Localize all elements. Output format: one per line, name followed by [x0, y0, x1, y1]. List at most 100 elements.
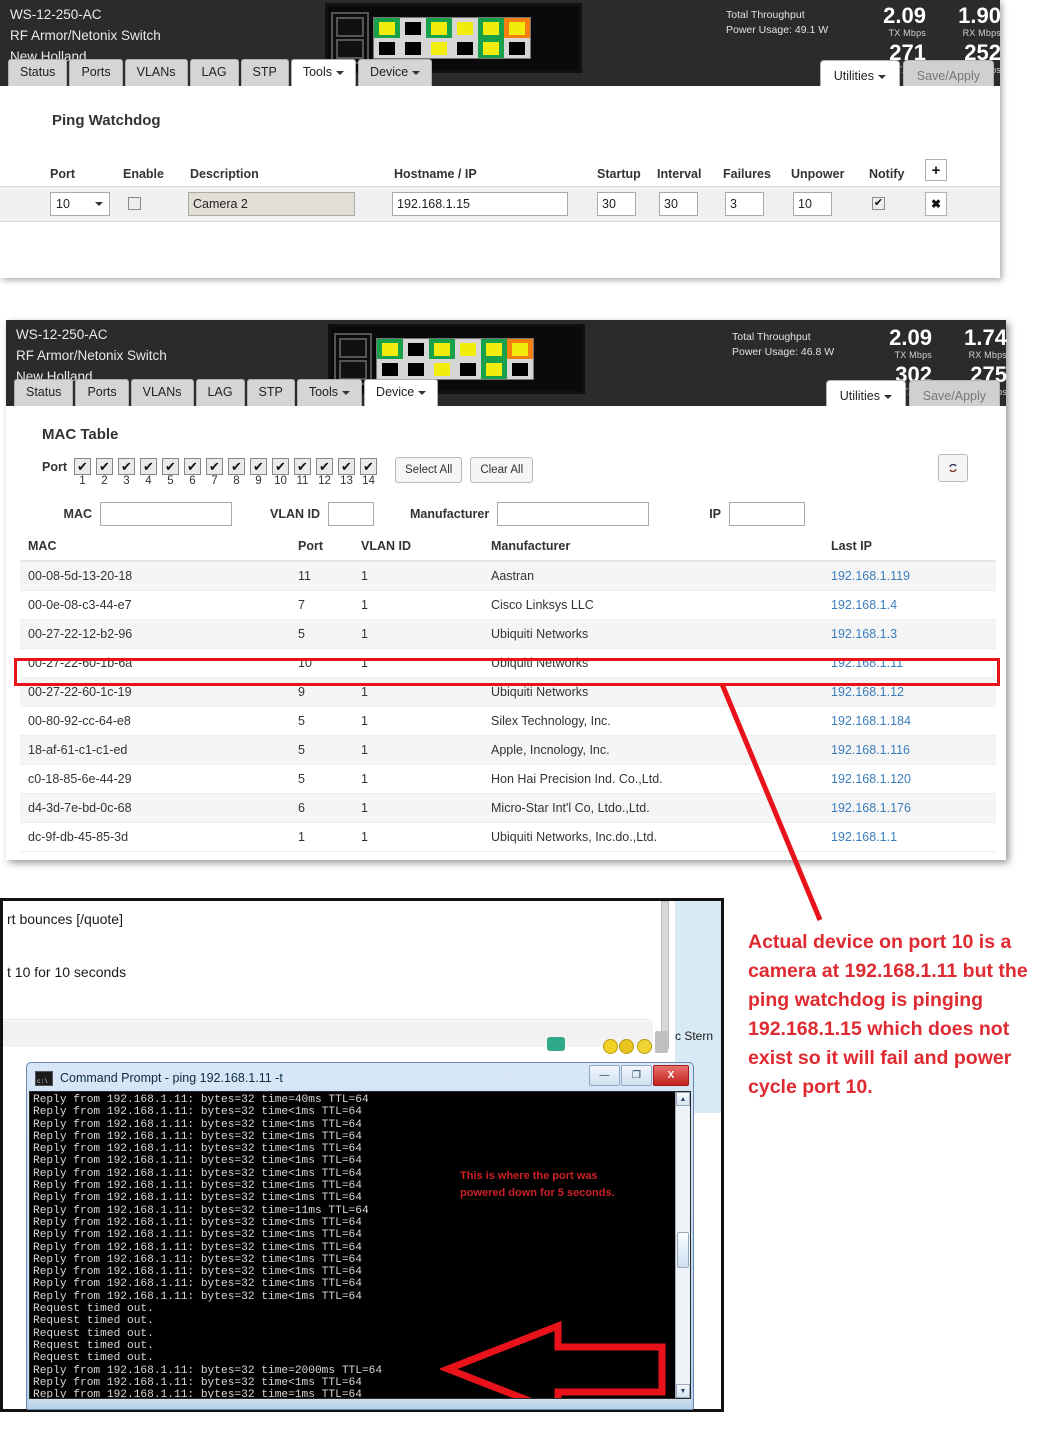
port-column[interactable] — [481, 339, 507, 379]
port-checkbox-14[interactable]: ✔14 — [360, 458, 377, 487]
cell-last-ip[interactable]: 192.168.1.4 — [831, 591, 996, 620]
tab-vlans[interactable]: VLANs — [125, 59, 188, 86]
cell-last-ip[interactable]: 192.168.1.1 — [831, 823, 996, 852]
tab-device[interactable]: Device — [364, 379, 438, 406]
port-4-icon[interactable] — [400, 38, 426, 58]
tab-status[interactable]: Status — [14, 379, 73, 406]
tab-tools[interactable]: Tools — [291, 59, 356, 86]
scroll-up-button[interactable]: ▲ — [676, 1092, 690, 1106]
port-column[interactable] — [478, 18, 504, 58]
smiley-icon[interactable] — [637, 1039, 652, 1054]
tab-device[interactable]: Device — [358, 59, 432, 86]
main-tabbar-2[interactable]: Status Ports VLANs LAG STP Tools Device — [6, 376, 1006, 406]
port-5-icon[interactable] — [426, 18, 452, 38]
checkbox-icon[interactable]: ✔ — [316, 458, 333, 475]
checkbox-icon[interactable]: ✔ — [184, 458, 201, 475]
port-column[interactable] — [507, 339, 533, 379]
cmd-console-body[interactable]: Reply from 192.168.1.11: bytes=32 time=4… — [29, 1091, 691, 1399]
port-5-icon[interactable] — [429, 339, 455, 359]
checkbox-icon[interactable]: ✔ — [272, 458, 289, 475]
table-row[interactable]: dc-9f-db-45-85-3d11Ubiquiti Networks, In… — [20, 823, 996, 852]
minimize-button[interactable]: — — [589, 1065, 620, 1086]
port-checkbox-5[interactable]: ✔5 — [162, 458, 179, 487]
tab-ports[interactable]: Ports — [69, 59, 122, 86]
cell-last-ip[interactable]: 192.168.1.176 — [831, 794, 996, 823]
checkbox-icon[interactable]: ✔ — [140, 458, 157, 475]
port-checkbox-10[interactable]: ✔10 — [272, 458, 289, 487]
hostname-ip-input[interactable]: 192.168.1.15 — [392, 192, 568, 216]
cmd-titlebar[interactable]: c:\ Command Prompt - ping 192.168.1.11 -… — [29, 1065, 691, 1091]
port-10-icon[interactable] — [478, 38, 504, 58]
table-row[interactable]: 00-27-22-12-b2-9651Ubiquiti Networks192.… — [20, 620, 996, 649]
failures-input[interactable]: 3 — [725, 192, 764, 216]
checkbox-icon[interactable]: ✔ — [162, 458, 179, 475]
tab-status[interactable]: Status — [8, 59, 67, 86]
checkbox-icon[interactable]: ✔ — [118, 458, 135, 475]
cell-last-ip[interactable]: 192.168.1.184 — [831, 707, 996, 736]
startup-input[interactable]: 30 — [597, 192, 636, 216]
cell-last-ip[interactable]: 192.168.1.120 — [831, 765, 996, 794]
checkbox-icon[interactable]: ✔ — [74, 458, 91, 475]
port-checkbox-6[interactable]: ✔6 — [184, 458, 201, 487]
port-checkbox-9[interactable]: ✔9 — [250, 458, 267, 487]
cmd-scrollbar[interactable]: ▲ ▼ — [675, 1092, 690, 1398]
table-row[interactable]: 00-27-22-60-1c-1991Ubiquiti Networks192.… — [20, 678, 996, 707]
port-9-icon[interactable] — [481, 339, 507, 359]
close-button[interactable]: X — [653, 1065, 689, 1086]
sfp-port-a-icon[interactable] — [336, 17, 364, 37]
port-checkbox-4[interactable]: ✔4 — [140, 458, 157, 487]
mac-filter-input[interactable] — [100, 502, 232, 526]
scroll-down-button[interactable]: ▼ — [676, 1384, 690, 1398]
tab-stp[interactable]: STP — [241, 59, 289, 86]
clear-all-button[interactable]: Clear All — [470, 457, 533, 483]
cell-last-ip[interactable]: 192.168.1.119 — [831, 561, 996, 591]
port-12-icon[interactable] — [504, 38, 530, 58]
port-8-icon[interactable] — [452, 38, 478, 58]
table-row[interactable]: 00-0e-08-c3-44-e771Cisco Linksys LLC192.… — [20, 591, 996, 620]
rj45-port-grid-1[interactable] — [373, 17, 531, 59]
sfp-port-a-icon[interactable] — [339, 338, 367, 358]
checkbox-icon[interactable]: ✔ — [360, 458, 377, 475]
port-column[interactable] — [426, 18, 452, 58]
port-column[interactable] — [429, 339, 455, 379]
port-1-icon[interactable] — [374, 18, 400, 38]
port-11-icon[interactable] — [504, 18, 530, 38]
port-9-icon[interactable] — [478, 18, 504, 38]
emoticon-icon[interactable] — [547, 1037, 565, 1051]
description-input[interactable]: Camera 2 — [188, 192, 355, 216]
table-row[interactable]: 00-80-92-cc-64-e851Silex Technology, Inc… — [20, 707, 996, 736]
checkbox-icon[interactable]: ✔ — [206, 458, 223, 475]
cell-last-ip[interactable]: 192.168.1.116 — [831, 736, 996, 765]
table-row[interactable]: d4-3d-7e-bd-0c-6861Micro-Star Int'l Co, … — [20, 794, 996, 823]
smiley-icon[interactable] — [619, 1039, 634, 1054]
tab-tools[interactable]: Tools — [297, 379, 362, 406]
smiley-icon[interactable] — [603, 1039, 618, 1054]
notify-checkbox[interactable]: ✔ — [872, 197, 885, 210]
checkbox-icon[interactable]: ✔ — [228, 458, 245, 475]
tab-ports[interactable]: Ports — [75, 379, 128, 406]
port-checkbox-3[interactable]: ✔3 — [118, 458, 135, 487]
cmd-scroll-thumb[interactable] — [677, 1232, 689, 1268]
tab-vlans[interactable]: VLANs — [131, 379, 194, 406]
tab-lag[interactable]: LAG — [190, 59, 239, 86]
main-tabbar-1[interactable]: Status Ports VLANs LAG STP Tools Device — [0, 56, 1000, 86]
port-checkbox-11[interactable]: ✔11 — [294, 458, 311, 487]
port-select[interactable]: 10 — [50, 192, 110, 216]
cell-last-ip[interactable]: 192.168.1.11 — [831, 649, 996, 678]
port-3-icon[interactable] — [403, 339, 429, 359]
port-checkbox-1[interactable]: ✔1 — [74, 458, 91, 487]
port-7-icon[interactable] — [455, 339, 481, 359]
forum-scroll-thumb[interactable] — [655, 1031, 668, 1053]
port-column[interactable] — [452, 18, 478, 58]
cell-last-ip[interactable]: 192.168.1.12 — [831, 678, 996, 707]
port-checkbox-13[interactable]: ✔13 — [338, 458, 355, 487]
interval-input[interactable]: 30 — [659, 192, 698, 216]
select-all-button[interactable]: Select All — [395, 457, 462, 483]
port-checkbox-group[interactable]: ✔1✔2✔3✔4✔5✔6✔7✔8✔9✔10✔11✔12✔13✔14 — [74, 458, 377, 487]
maximize-button[interactable]: ❐ — [621, 1065, 652, 1086]
checkbox-icon[interactable]: ✔ — [250, 458, 267, 475]
unpower-input[interactable]: 10 — [793, 192, 832, 216]
vlan-filter-input[interactable] — [328, 502, 374, 526]
add-watchdog-row-button[interactable]: + — [925, 159, 947, 181]
window-controls[interactable]: — ❐ X — [589, 1065, 689, 1086]
